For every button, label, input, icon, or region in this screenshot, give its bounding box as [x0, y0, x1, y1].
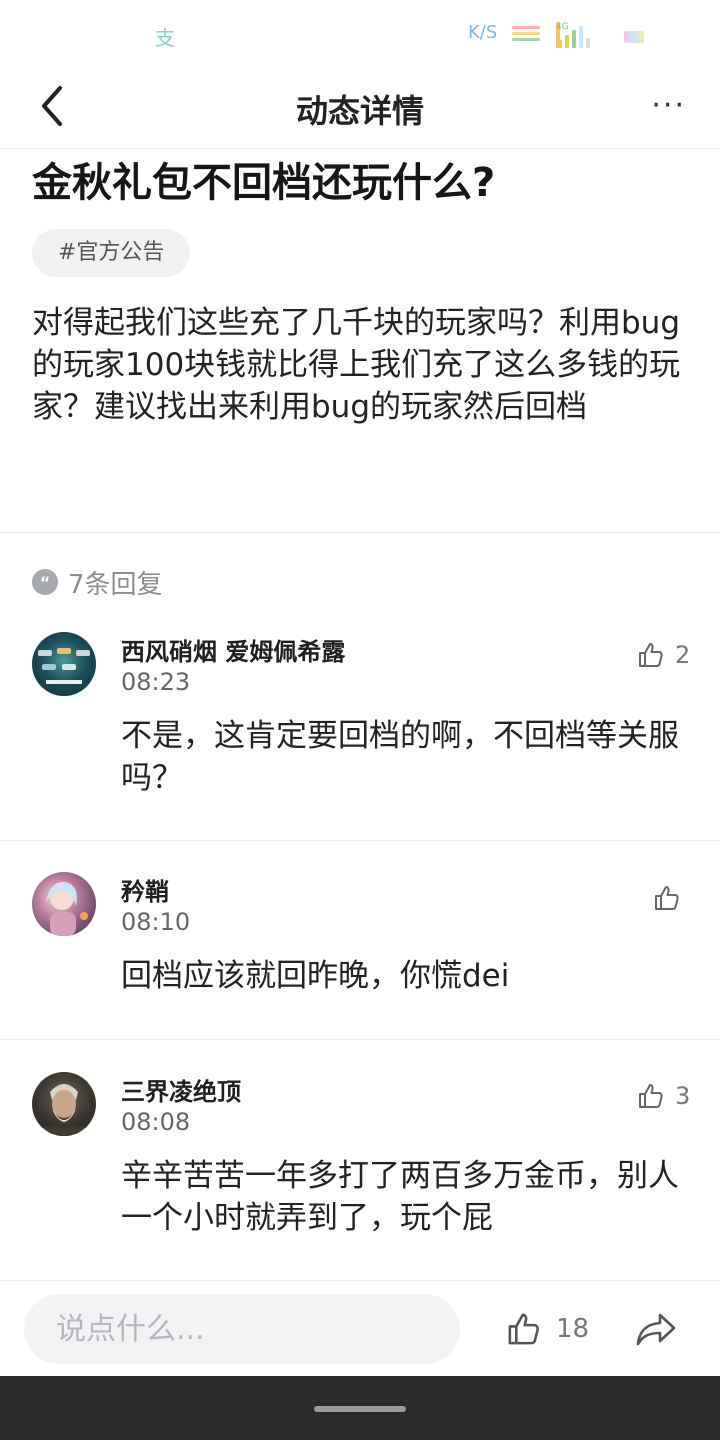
- bottom-action-bar: 18: [0, 1280, 720, 1377]
- home-indicator[interactable]: [314, 1406, 406, 1412]
- comment-like-count: 3: [675, 1082, 691, 1110]
- comment-text: 不是，这肯定要回档的啊，不回档等关服吗？: [121, 718, 679, 796]
- comment-time: 08:10: [121, 908, 191, 936]
- comment-author[interactable]: 三界凌绝顶: [121, 1072, 241, 1107]
- comment-author[interactable]: 矜鞘: [121, 872, 169, 907]
- comment-divider: [0, 1039, 720, 1040]
- comment-author[interactable]: 西风硝烟 爱姆佩希露: [121, 632, 345, 667]
- post-body: 对得起我们这些充了几千块的玩家吗？利用bug的玩家100块钱就比得上我们充了这么…: [32, 305, 681, 425]
- topic-tag[interactable]: #官方公告: [32, 229, 191, 277]
- share-button[interactable]: [634, 1311, 678, 1351]
- reply-count: 7条回复: [68, 569, 163, 600]
- comment-text: 回档应该就回昨晚，你慌dei: [121, 958, 510, 994]
- cellular-signal-icon: 4G: [556, 22, 592, 48]
- comment-divider: [0, 840, 720, 841]
- avatar[interactable]: [32, 632, 96, 696]
- post-like-button[interactable]: 18: [506, 1311, 589, 1347]
- comment-text: 辛辛苦苦一年多打了两百多万金币，别人一个小时就弄到了，玩个屁: [121, 1158, 679, 1236]
- status-bar: 支 K/S 4G: [0, 0, 720, 72]
- nav-header: 动态详情 ···: [0, 72, 720, 149]
- quote-icon: “: [32, 569, 58, 595]
- share-arrow-icon: [636, 1313, 676, 1346]
- section-divider: [0, 532, 720, 533]
- post-title: 金秋礼包不回档还玩什么?: [32, 160, 496, 206]
- thumbs-up-icon: [655, 886, 679, 910]
- page-title: 动态详情: [295, 92, 424, 130]
- comment-like-button[interactable]: [653, 884, 691, 912]
- avatar[interactable]: [32, 1072, 96, 1136]
- avatar-image: [38, 648, 90, 684]
- thumbs-up-icon: [639, 643, 663, 667]
- replies-header: “ 7条回复: [32, 564, 163, 600]
- post-like-count: 18: [556, 1314, 590, 1344]
- avatar-image: [46, 881, 88, 936]
- avatar-image: [44, 1084, 84, 1136]
- avatar[interactable]: [32, 872, 96, 936]
- battery-icon: [624, 31, 644, 43]
- network-speed-indicator: K/S: [468, 22, 498, 43]
- alipay-icon: 支: [155, 26, 175, 50]
- comment-like-button[interactable]: 2: [637, 641, 690, 669]
- thumbs-up-icon: [508, 1313, 539, 1345]
- comment-input[interactable]: [24, 1294, 460, 1364]
- system-gesture-bar: [0, 1376, 720, 1440]
- comment-like-button[interactable]: 3: [637, 1082, 690, 1110]
- comment-time: 08:08: [121, 1108, 191, 1136]
- thumbs-up-icon: [639, 1084, 663, 1108]
- comment-time: 08:23: [121, 668, 191, 696]
- wifi-icon: [512, 26, 540, 48]
- comment-like-count: 2: [675, 641, 691, 669]
- more-dots-icon[interactable]: ···: [651, 88, 686, 123]
